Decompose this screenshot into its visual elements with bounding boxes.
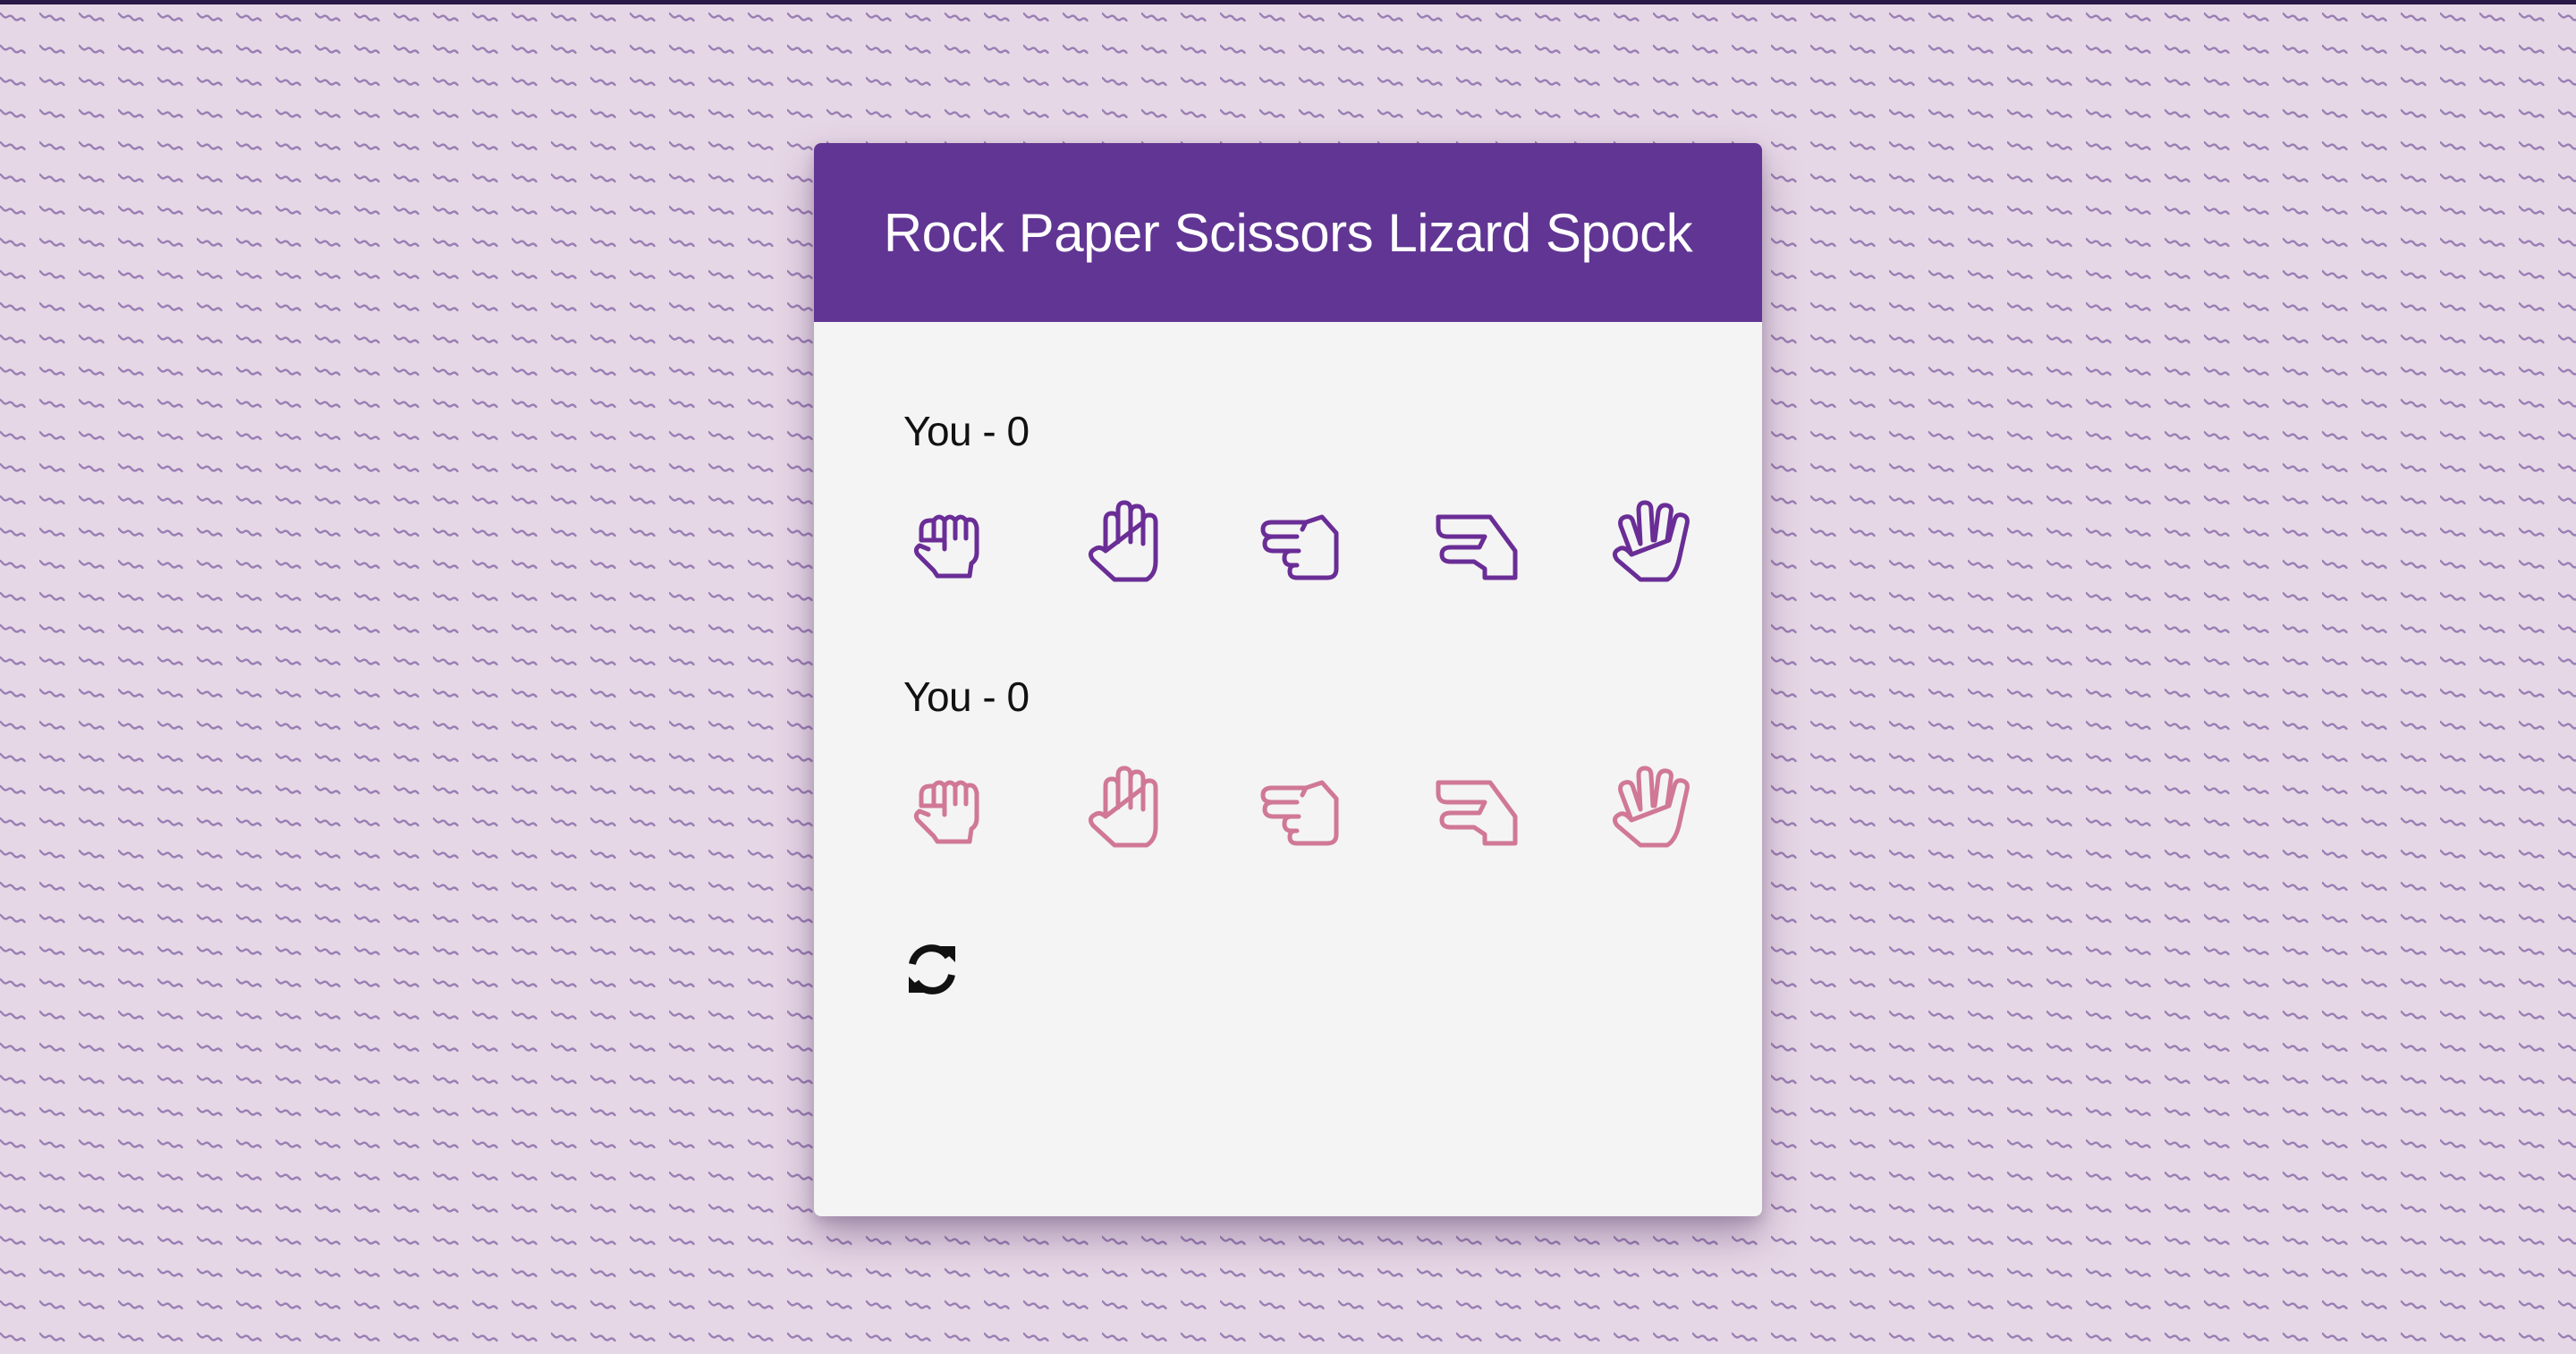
player-one-paper-button[interactable] (1079, 497, 1172, 590)
hand-spock-icon (1612, 766, 1690, 848)
hand-paper-icon (1088, 766, 1158, 848)
page-title: Rock Paper Scissors Lizard Spock (883, 202, 1693, 263)
hand-lizard-icon (1436, 514, 1518, 580)
player-one-lizard-button[interactable] (1429, 497, 1522, 590)
hand-paper-icon (1088, 500, 1158, 582)
player-one-scissors-button[interactable] (1254, 497, 1347, 590)
hand-spock-icon (1612, 500, 1690, 582)
card-header: Rock Paper Scissors Lizard Spock (814, 143, 1762, 322)
player-two-scissors-button[interactable] (1254, 763, 1347, 856)
card-body: You - 0 You - 0 (814, 322, 1762, 1216)
hand-scissors-icon (1260, 514, 1339, 580)
player-one-spock-button[interactable] (1605, 497, 1698, 590)
player-two-spock-button[interactable] (1605, 763, 1698, 856)
player-one-choices (903, 497, 1698, 590)
player-two-choices (903, 763, 1698, 856)
player-two-lizard-button[interactable] (1429, 763, 1522, 856)
hand-rock-icon (913, 780, 979, 844)
reset-button[interactable] (902, 939, 962, 1000)
refresh-icon (909, 944, 955, 994)
game-card: Rock Paper Scissors Lizard Spock You - 0 (814, 143, 1762, 1216)
player-one-rock-button[interactable] (903, 497, 996, 590)
hand-scissors-icon (1260, 780, 1339, 846)
hand-lizard-icon (1436, 780, 1518, 846)
player-two-score: You - 0 (903, 673, 1030, 720)
player-two-rock-button[interactable] (903, 763, 996, 856)
window-top-strip (0, 0, 2576, 4)
player-one-score: You - 0 (903, 408, 1030, 454)
player-two-paper-button[interactable] (1079, 763, 1172, 856)
hand-rock-icon (913, 514, 979, 579)
